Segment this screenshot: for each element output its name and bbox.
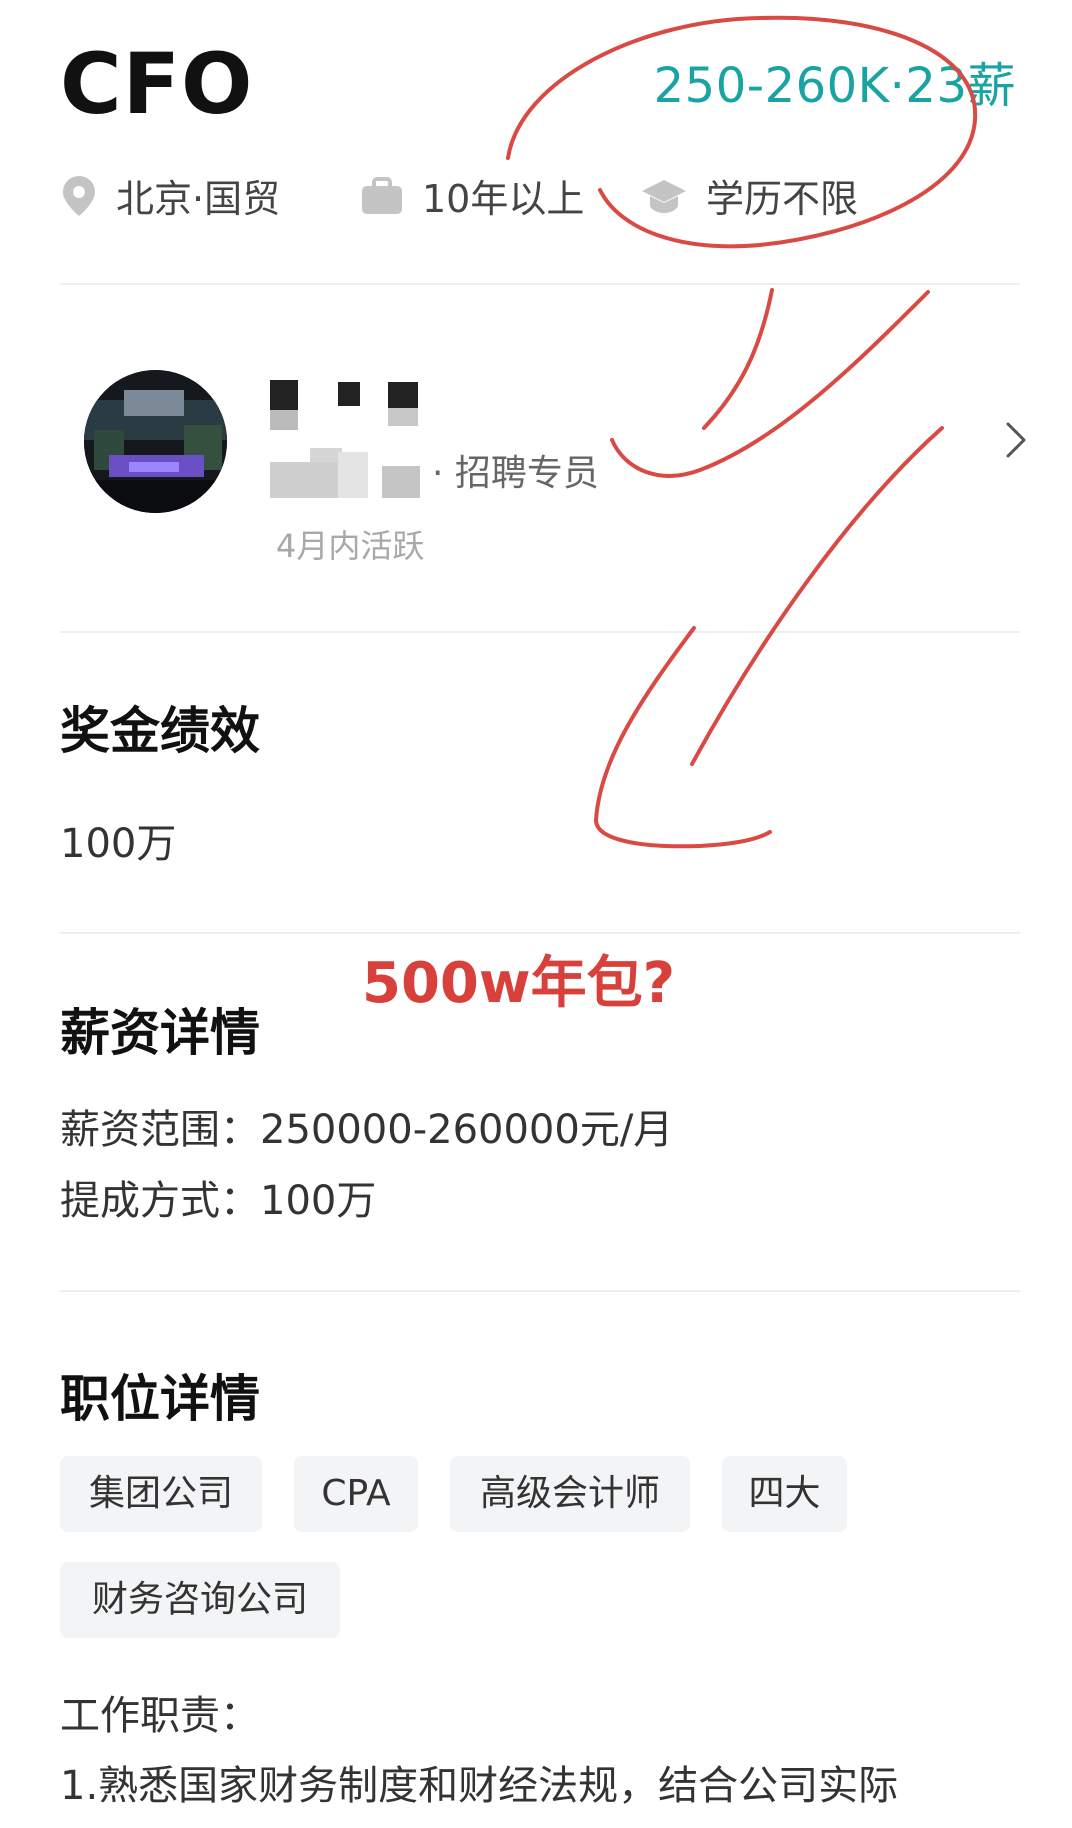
annotation-text: 500w年包? [362, 951, 676, 1016]
annotation-strokes [506, 15, 978, 849]
